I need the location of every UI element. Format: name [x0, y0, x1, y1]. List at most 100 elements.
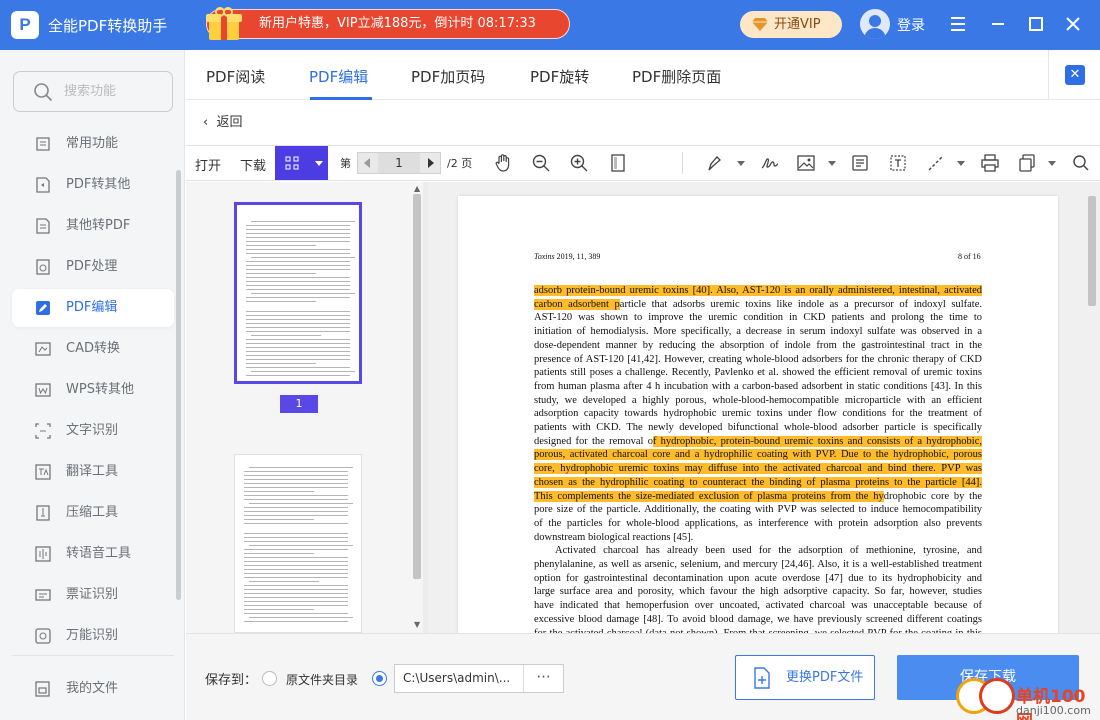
search-icon[interactable] [1071, 153, 1091, 173]
highlighted-text: porous, activated charcoal core and a hy… [534, 449, 982, 461]
sidebar-item-label: 万能识别 [66, 628, 119, 643]
viewer-scrollbar[interactable] [1088, 196, 1096, 306]
fit-page-icon[interactable] [608, 153, 628, 173]
zoom-in-icon[interactable] [569, 153, 589, 173]
function-search-input[interactable]: 搜索功能 [13, 71, 173, 112]
save-path-field[interactable]: C:\Users\admin\... ··· [394, 664, 564, 693]
close-panel-icon[interactable]: ✕ [1065, 65, 1085, 85]
minimize-icon[interactable] [986, 12, 1010, 36]
thumbnail-text-line [246, 253, 350, 254]
close-window-icon[interactable] [1061, 12, 1085, 36]
tab-pdf-rotate[interactable]: PDF旋转 [530, 66, 589, 87]
prev-page-icon[interactable] [364, 158, 370, 168]
sidebar-item-9[interactable]: 压缩工具 [12, 494, 174, 532]
sidebar-item-11[interactable]: 票证识别 [12, 576, 174, 614]
pen-icon[interactable] [706, 153, 726, 173]
highlighted-text: carbon adsorbent p [534, 298, 620, 310]
tab-pdf-page-number[interactable]: PDF加页码 [411, 66, 485, 87]
site-watermark: 单机100网 danji100.com [956, 660, 1100, 720]
tab-pdf-edit[interactable]: PDF编辑 [309, 66, 368, 87]
page-number-input[interactable]: 1 [378, 153, 420, 173]
chevron-down-icon[interactable] [1048, 161, 1056, 166]
vip-button[interactable]: 开通VIP [740, 11, 842, 38]
chevron-down-icon[interactable] [828, 161, 836, 166]
replace-pdf-label: 更换PDF文件 [786, 670, 864, 685]
sidebar-item-4[interactable]: PDF编辑 [12, 289, 174, 327]
thumbnail-text-line [244, 577, 348, 578]
highlighted-text: This complements the size-mediated exclu… [534, 490, 884, 502]
sidebar-item-12[interactable]: 万能识别 [12, 617, 174, 655]
text-box-icon[interactable] [888, 153, 908, 173]
thumbnail-text-line [249, 617, 353, 618]
document-line: chosen as the hydrophilic coating to cou… [534, 476, 982, 490]
thumbnail-text-line [244, 613, 348, 614]
pdf-edit-icon [36, 301, 50, 315]
note-icon[interactable] [850, 153, 870, 173]
document-text-segment: patients still poses a challenge. Recent… [534, 367, 982, 379]
page-navigator[interactable]: 1 [357, 152, 441, 174]
print-icon[interactable] [980, 153, 1000, 173]
sidebar-item-8[interactable]: 翻译工具 [12, 453, 174, 491]
scroll-down-icon[interactable]: ▼ [414, 620, 420, 629]
user-avatar-icon [864, 15, 886, 39]
voice-icon [35, 546, 51, 562]
menu-icon[interactable] [946, 12, 970, 36]
download-button[interactable]: 下载 [240, 155, 266, 174]
document-text-segment: article that adsorbs uremic toxins like … [619, 298, 982, 310]
document-line: from human plasma after 4 h incubation w… [534, 380, 982, 394]
login-link[interactable]: 登录 [897, 15, 925, 35]
thumbnail-view-button[interactable] [275, 146, 328, 180]
feature-tabs: PDF阅读 PDF编辑 PDF加页码 PDF旋转 PDF删除页面 ✕ [186, 50, 1100, 100]
thumbnail-text-line [246, 359, 350, 360]
chevron-down-icon[interactable] [737, 161, 745, 166]
chevron-down-icon[interactable] [957, 161, 965, 166]
thumbnail-text-line [244, 561, 348, 562]
sidebar-item-6[interactable]: WPS转其他 [12, 371, 174, 409]
document-text-segment: initiation of hemodialysis. More specifi… [534, 326, 982, 338]
thumbnail-panel: 1 ▲ ▼ [186, 182, 426, 633]
document-text[interactable]: adsorb protein-bound uremic toxins [40].… [534, 284, 982, 633]
tab-pdf-read[interactable]: PDF阅读 [206, 66, 265, 87]
document-line: presence of AST-120 [41,42]. However, cr… [534, 353, 982, 367]
sidebar-item-10[interactable]: 转语音工具 [12, 535, 174, 573]
page-thumbnail-2[interactable] [234, 454, 362, 633]
radio-source-folder[interactable] [262, 671, 277, 686]
tab-pdf-delete-page[interactable]: PDF删除页面 [632, 66, 721, 87]
replace-pdf-button[interactable]: 更换PDF文件 [735, 655, 875, 700]
journal-issue: 2019, 11, 389 [554, 252, 601, 261]
app-title: 全能PDF转换助手 [48, 17, 168, 35]
thumbnail-text-line [246, 297, 350, 298]
sidebar-item-3[interactable]: PDF处理 [12, 248, 174, 286]
sidebar-item-7[interactable]: 文字识别 [12, 412, 174, 450]
thumbnail-text-line [244, 507, 348, 508]
copy-icon[interactable] [1017, 153, 1037, 173]
promo-banner[interactable]: 新用户特惠，VIP立减188元，倒计时 08:17:33 [206, 7, 570, 40]
highlighted-text: adsorb protein-bound uremic toxins [40].… [534, 285, 982, 296]
thumbnail-scrollbar[interactable] [413, 194, 421, 579]
zoom-out-icon[interactable] [531, 153, 551, 173]
sidebar-item-2[interactable]: 其他转PDF [12, 207, 174, 245]
radio-custom-path[interactable] [372, 671, 387, 686]
page-thumbnail-1[interactable] [234, 202, 362, 384]
thumbnail-text-line [244, 491, 314, 492]
sidebar-scrollbar[interactable] [176, 170, 181, 600]
browse-path-button[interactable]: ··· [523, 665, 563, 692]
image-icon[interactable] [796, 153, 816, 173]
sidebar-item-my-files[interactable]: 我的文件 [12, 670, 174, 708]
translate-icon [35, 464, 51, 480]
sidebar-item-0[interactable]: 常用功能 [12, 125, 174, 163]
line-tool-icon[interactable] [926, 153, 946, 173]
next-page-icon[interactable] [428, 158, 434, 168]
scroll-up-icon[interactable]: ▲ [414, 184, 420, 193]
hand-tool-icon[interactable] [493, 153, 513, 173]
sidebar-item-1[interactable]: PDF转其他 [12, 166, 174, 204]
open-button[interactable]: 打开 [195, 155, 221, 174]
sidebar-item-label: 文字识别 [66, 423, 119, 438]
avatar[interactable] [860, 9, 890, 39]
maximize-icon[interactable] [1024, 12, 1048, 36]
sidebar-item-5[interactable]: CAD转换 [12, 330, 174, 368]
thumbnail-text-line [251, 293, 355, 294]
back-button[interactable]: ‹ 返回 [203, 111, 242, 130]
thumbnail-text-line [246, 319, 350, 320]
signature-icon[interactable] [760, 153, 780, 173]
